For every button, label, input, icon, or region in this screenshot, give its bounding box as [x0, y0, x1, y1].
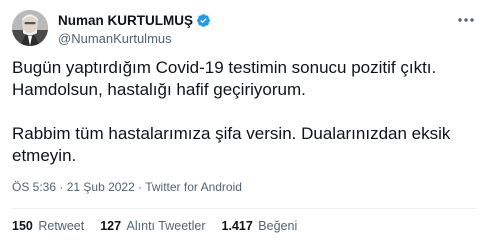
tweet-paragraph-1: Bugün yaptırdığım Covid-19 testimin sonu… [12, 58, 437, 99]
display-name[interactable]: Numan KURTULMUŞ [58, 13, 193, 28]
retweets-count: 150 [12, 219, 33, 233]
retweets-stat[interactable]: 150 Retweet [12, 219, 84, 233]
tweet-meta: ÖS 5:36 · 21 Şub 2022 · Twitter for Andr… [12, 180, 242, 194]
tweet-header: Numan KURTULMUŞ @NumanKurtulmus [12, 8, 477, 48]
avatar[interactable] [12, 10, 48, 46]
tweet-stats: 150 Retweet 127 Alıntı Tweetler 1.417 Be… [12, 219, 297, 233]
likes-stat[interactable]: 1.417 Beğeni [222, 219, 298, 233]
tweet-source[interactable]: Twitter for Android [145, 180, 242, 194]
quotes-stat[interactable]: 127 Alıntı Tweetler [100, 219, 205, 233]
tweet-time[interactable]: ÖS 5:36 [12, 180, 56, 194]
quotes-count: 127 [100, 219, 122, 233]
verified-badge-icon [196, 13, 211, 28]
likes-label: Beğeni [258, 219, 298, 233]
retweets-label: Retweet [38, 219, 85, 233]
meta-separator: · [56, 180, 67, 194]
tweet-text: Bugün yaptırdığım Covid-19 testimin sonu… [12, 57, 477, 167]
tweet-paragraph-2: Rabbim tüm hastalarımıza şifa versin. Du… [12, 124, 451, 165]
author-names: Numan KURTULMUŞ @NumanKurtulmus [58, 11, 211, 46]
name-row: Numan KURTULMUŞ [58, 11, 211, 29]
tweet-date[interactable]: 21 Şub 2022 [67, 180, 135, 194]
handle[interactable]: @NumanKurtulmus [58, 31, 211, 46]
tweet-card: Numan KURTULMUŞ @NumanKurtulmus Bugün ya… [0, 0, 489, 244]
divider [12, 208, 477, 209]
avatar-image [12, 10, 48, 46]
quotes-label: Alıntı Tweetler [126, 219, 206, 233]
likes-count: 1.417 [221, 219, 253, 233]
more-options-icon[interactable] [455, 12, 477, 28]
meta-separator: · [134, 180, 146, 194]
